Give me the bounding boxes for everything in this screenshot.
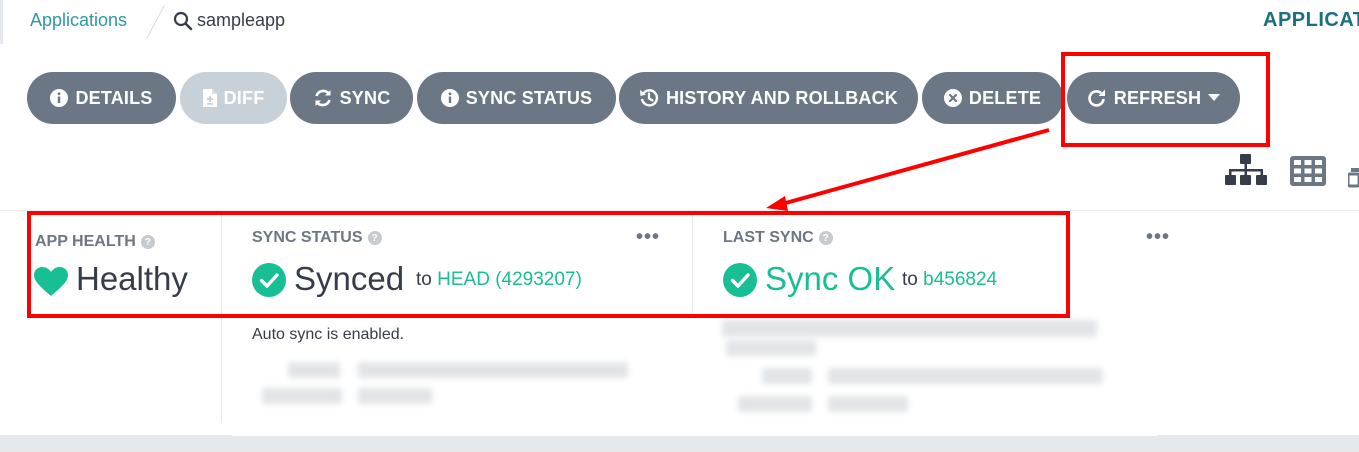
argocd-app-page: Applications sampleapp APPLICAT DETAILS … — [0, 0, 1359, 452]
blurred-text — [358, 362, 628, 378]
sync-icon — [314, 89, 331, 107]
blurred-text — [828, 368, 1103, 384]
sync-button-label: SYNC — [339, 87, 391, 108]
app-name-breadcrumb[interactable]: sampleapp — [197, 10, 285, 31]
sync-status-button-label: SYNC STATUS — [465, 87, 593, 108]
delete-button[interactable]: DELETE — [922, 72, 1063, 124]
top-bar: Applications sampleapp APPLICAT — [0, 0, 1359, 44]
bottom-panel-edge — [232, 433, 1157, 436]
blurred-text — [722, 320, 1097, 337]
blurred-text — [288, 362, 340, 378]
blurred-text — [358, 388, 432, 404]
blurred-text — [262, 388, 342, 404]
network-view-icon[interactable] — [1348, 162, 1359, 188]
history-button-label: HISTORY AND ROLLBACK — [665, 87, 898, 108]
times-circle-icon — [943, 89, 962, 107]
annotation-highlight-refresh — [1061, 52, 1270, 147]
file-diff-icon — [202, 89, 217, 107]
bottom-scroll-area — [0, 435, 1359, 452]
history-icon — [639, 89, 659, 107]
breadcrumb-applications-link[interactable]: Applications — [30, 10, 127, 31]
info-circle-icon — [50, 89, 69, 107]
delete-button-label: DELETE — [968, 87, 1042, 108]
history-and-rollback-button[interactable]: HISTORY AND ROLLBACK — [619, 72, 918, 124]
page-title: APPLICAT — [1263, 9, 1359, 31]
details-button-label: DETAILS — [75, 87, 153, 108]
search-icon[interactable] — [173, 11, 193, 31]
breadcrumb-separator — [145, 5, 166, 39]
details-button[interactable]: DETAILS — [27, 72, 176, 124]
tree-view-icon[interactable] — [1225, 154, 1267, 188]
annotation-highlight-status — [27, 211, 1070, 318]
blurred-text — [762, 368, 812, 384]
sync-button[interactable]: SYNC — [290, 72, 413, 124]
blurred-text — [726, 340, 816, 356]
diff-button-label: DIFF — [223, 87, 265, 108]
sync-status-button[interactable]: SYNC STATUS — [417, 72, 616, 124]
blurred-text — [738, 396, 812, 412]
last-sync-more-button[interactable]: ••• — [1146, 226, 1170, 249]
blurred-text — [828, 396, 908, 412]
diff-button[interactable]: DIFF — [180, 72, 287, 124]
auto-sync-note: Auto sync is enabled. — [252, 326, 405, 343]
grid-view-icon[interactable] — [1290, 156, 1326, 186]
info-circle-icon — [440, 89, 459, 107]
